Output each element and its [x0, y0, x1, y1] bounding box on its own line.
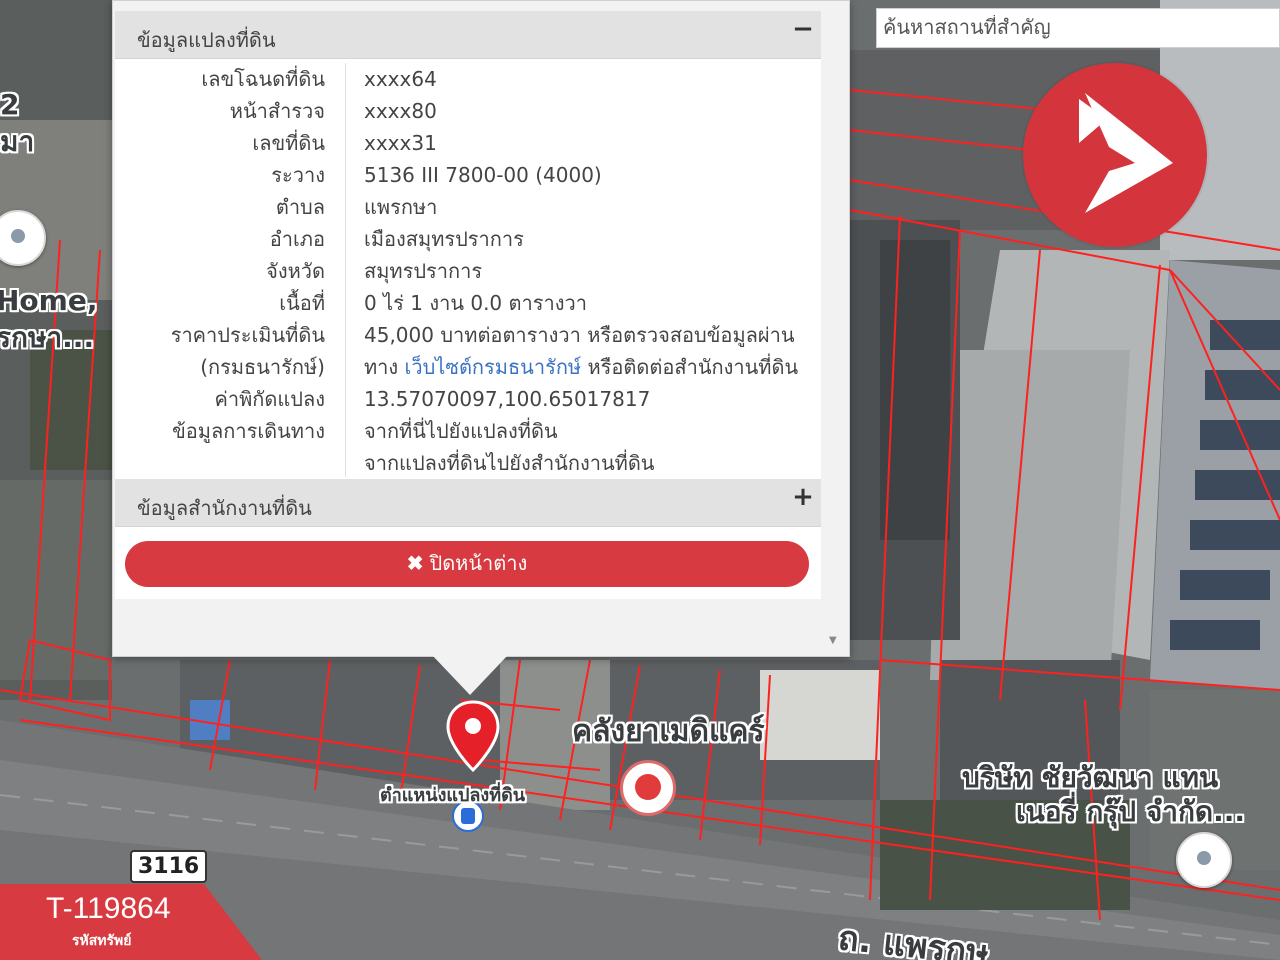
parcel-section-title: ข้อมูลแปลงที่ดิน — [137, 28, 276, 52]
route-number: 3116 — [138, 854, 200, 879]
coords-link[interactable]: 13.57070097,100.65017817 — [364, 383, 650, 415]
close-icon: ✖ — [406, 553, 424, 575]
close-window-button[interactable]: ✖ ปิดหน้าต่าง — [125, 541, 809, 587]
info-value: แพรกษา — [364, 195, 438, 219]
map-label-warehouse: คลังยาเมดิแคร์ — [572, 714, 765, 749]
price-label-line2: (กรมธนารักษ์) — [200, 355, 325, 379]
info-value: 5136 III 7800-00 (4000) — [364, 163, 602, 187]
travel-label: ข้อมูลการเดินทาง — [172, 419, 325, 443]
parcel-info-popup: ข้อมูลแปลงที่ดิน − เลขโฉนดที่ดิน xxxx64 … — [112, 0, 850, 657]
info-value: xxxx31 — [364, 131, 437, 155]
property-code-badge: T-119864 รหัสทรัพย์ — [0, 884, 262, 960]
treasury-website-link[interactable]: เว็บไซต์กรมธนารักษ์ — [405, 355, 582, 379]
scroll-down-arrow-icon[interactable]: ▼ — [829, 635, 841, 647]
info-value: สมุทรปราการ — [364, 259, 483, 283]
price-value-suffix: หรือติดต่อสำนักงานที่ดิน — [587, 355, 799, 379]
parcel-location-pin-icon[interactable] — [445, 700, 501, 772]
map-label-pin: ตำแหน่งแปลงที่ดิน — [380, 785, 526, 806]
map-label-home-line1: Home, — [0, 284, 98, 317]
close-window-label: ปิดหน้าต่าง — [429, 553, 528, 575]
info-label: เนื้อที่ — [279, 291, 325, 315]
info-label: ตำบล — [275, 195, 325, 219]
landmark-search-input[interactable] — [883, 15, 1273, 39]
info-value: เมืองสมุทรปราการ — [364, 227, 524, 251]
info-value: xxxx80 — [364, 99, 437, 123]
collapse-minus-icon[interactable]: − — [791, 16, 815, 42]
office-section-title: ข้อมูลสำนักงานที่ดิน — [137, 496, 312, 520]
price-label-line1: ราคาประเมินที่ดิน — [170, 323, 325, 347]
popup-tail — [432, 655, 508, 695]
info-value: xxxx64 — [364, 67, 437, 91]
map-poi-pin-right[interactable] — [1176, 832, 1232, 888]
info-label: เลขโฉนดที่ดิน — [201, 67, 325, 91]
expand-plus-icon[interactable]: + — [791, 484, 815, 510]
coords-label: ค่าพิกัดแปลง — [214, 387, 326, 411]
landmark-search-box[interactable] — [876, 8, 1280, 48]
parcel-info-table: เลขโฉนดที่ดิน xxxx64 หน้าสำรวจ xxxx80 เล… — [115, 59, 821, 479]
price-value-line2: ทาง เว็บไซต์กรมธนารักษ์ หรือติดต่อสำนักง… — [364, 351, 798, 383]
brand-logo — [1023, 63, 1207, 247]
info-label: จังหวัด — [266, 259, 325, 283]
travel-to-office-link[interactable]: จากแปลงที่ดินไปยังสำนักงานที่ดิน — [364, 447, 654, 479]
price-value-prefix: ทาง — [364, 355, 399, 379]
info-label: หน้าสำรวจ — [229, 99, 325, 123]
property-code: T-119864 — [46, 892, 171, 925]
medicine-store-pin-icon[interactable] — [620, 760, 676, 816]
map-label-fragment2: มา — [0, 125, 35, 158]
map-label-fragment1: 2 — [0, 88, 20, 121]
table-divider — [345, 63, 346, 477]
map-label-home-line2: รกษา... — [0, 321, 95, 354]
parcel-section-header[interactable]: ข้อมูลแปลงที่ดิน − — [115, 11, 821, 59]
travel-to-parcel-link[interactable]: จากที่นี่ไปยังแปลงที่ดิน — [364, 415, 558, 447]
map-label-company-line2: เนอรี่ กรุ๊ป จำกัด... — [1016, 795, 1246, 828]
property-code-label: รหัสทรัพย์ — [72, 933, 132, 949]
info-label: ระวาง — [271, 163, 325, 187]
office-section-header[interactable]: ข้อมูลสำนักงานที่ดิน + — [115, 479, 821, 527]
route-number-shield: 3116 — [130, 850, 208, 883]
price-value-line1: 45,000 บาทต่อตารางวา หรือตรวจสอบข้อมูลผ่… — [364, 323, 795, 347]
brand-logo-mark-icon — [1079, 93, 1173, 213]
info-label: เลขที่ดิน — [252, 131, 325, 155]
info-value: 0 ไร่ 1 งาน 0.0 ตารางวา — [364, 291, 587, 315]
info-label: อำเภอ — [269, 227, 325, 251]
